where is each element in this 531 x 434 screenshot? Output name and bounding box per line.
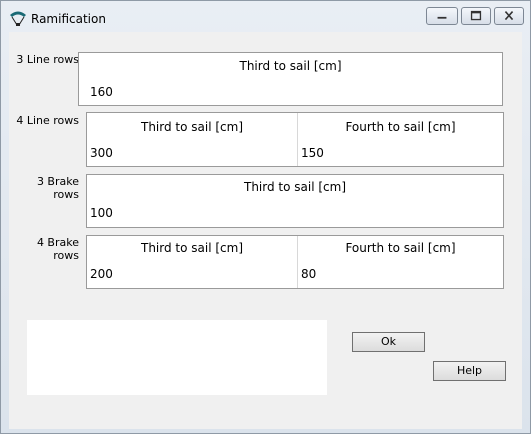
- row-label-3-brake-rows: 3 Brake rows: [36, 175, 79, 201]
- column-header-fourth-to-sail: Fourth to sail [cm]: [345, 241, 456, 255]
- maximize-button[interactable]: [461, 7, 491, 25]
- title-bar[interactable]: Ramification: [1, 1, 530, 31]
- minimize-icon: [437, 16, 447, 19]
- maximize-icon: [470, 10, 482, 21]
- dialog-body: 3 Line rows Third to sail [cm] 160 4 Lin…: [9, 32, 522, 429]
- column-header-fourth-to-sail: Fourth to sail [cm]: [345, 120, 456, 134]
- three-brake-rows-panel: Third to sail [cm] 100: [86, 174, 504, 228]
- third-to-sail-value[interactable]: 200: [90, 267, 113, 281]
- ok-button[interactable]: Ok: [352, 332, 425, 352]
- four-brake-rows-panel: Third to sail [cm] 200 Fourth to sail [c…: [86, 235, 504, 289]
- third-to-sail-value[interactable]: 160: [90, 85, 113, 99]
- column-header-third-to-sail: Third to sail [cm]: [140, 241, 244, 255]
- fourth-to-sail-value[interactable]: 80: [301, 267, 316, 281]
- third-to-sail-value[interactable]: 300: [90, 146, 113, 160]
- row-label-4-brake-rows: 4 Brake rows: [36, 236, 79, 262]
- three-line-rows-panel: Third to sail [cm] 160: [78, 52, 503, 106]
- ramification-window: Ramification 3 Line rows Third to sail […: [0, 0, 531, 434]
- four-line-rows-panel: Third to sail [cm] 300 Fourth to sail [c…: [86, 112, 504, 167]
- close-icon: [504, 11, 514, 21]
- close-button[interactable]: [494, 7, 524, 25]
- column-header-third-to-sail: Third to sail [cm]: [140, 120, 244, 134]
- blank-panel: [27, 320, 327, 395]
- row-label-3-line-rows: 3 Line rows: [16, 53, 79, 66]
- third-to-sail-value[interactable]: 100: [90, 206, 113, 220]
- row-label-4-line-rows: 4 Line rows: [16, 114, 79, 127]
- help-button[interactable]: Help: [433, 361, 506, 381]
- paraglider-icon: [10, 11, 26, 26]
- column-header-third-to-sail: Third to sail [cm]: [243, 180, 347, 194]
- column-header-third-to-sail: Third to sail [cm]: [239, 59, 342, 73]
- window-title: Ramification: [31, 12, 106, 26]
- minimize-button[interactable]: [426, 7, 458, 25]
- fourth-to-sail-value[interactable]: 150: [301, 146, 324, 160]
